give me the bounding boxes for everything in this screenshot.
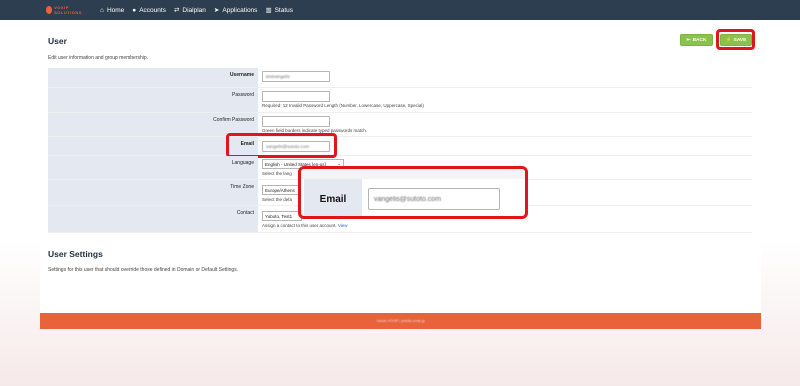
email-zoom-callout: Email vangelis@sutoto.com bbox=[298, 166, 528, 219]
email-highlight bbox=[226, 133, 337, 158]
nav-applications[interactable]: ➤ Applications bbox=[213, 6, 258, 15]
nav-status-label: Status bbox=[274, 6, 294, 14]
zoom-top-strip bbox=[301, 169, 525, 179]
time-zone-hint: Select the default time zone. bbox=[262, 197, 292, 202]
confirm-password-label: Confirm Password bbox=[48, 113, 258, 136]
user-settings-title: User Settings bbox=[48, 249, 103, 259]
back-button[interactable]: ⇤ BACK bbox=[680, 34, 713, 46]
nav-home[interactable]: ⌂ Home bbox=[100, 7, 124, 14]
password-field-cell: Required: 12 Invalid Password Length (Nu… bbox=[260, 88, 752, 112]
nav-dialplan-label: Dialplan bbox=[182, 6, 206, 14]
time-zone-value: Europe/Athens bbox=[265, 187, 295, 193]
chart-icon: ▥ bbox=[265, 7, 272, 14]
nav-dialplan[interactable]: ⇄ Dialplan bbox=[173, 6, 206, 15]
contact-view-link[interactable]: View bbox=[338, 223, 348, 228]
footer-bar: Yuboto VOXIP | yuboto.voxip.gr bbox=[40, 313, 761, 329]
nav-home-label: Home bbox=[106, 6, 125, 14]
back-button-label: BACK bbox=[692, 37, 707, 43]
language-label: Language bbox=[48, 156, 258, 179]
paper-plane-icon: ➤ bbox=[213, 7, 220, 14]
home-icon: ⌂ bbox=[100, 6, 104, 14]
time-zone-label: Time Zone bbox=[48, 180, 258, 205]
contact-select[interactable]: Yuboto, Test1 bbox=[262, 211, 302, 221]
page-title: User bbox=[48, 36, 67, 46]
zoom-email-value: vangelis@sutoto.com bbox=[374, 195, 442, 203]
language-hint: Select the language. bbox=[262, 171, 292, 176]
transfer-icon: ⇄ bbox=[173, 7, 180, 14]
zoom-email-input: vangelis@sutoto.com bbox=[368, 188, 500, 210]
brand-logo[interactable]: VOXIP SOLUTIONS bbox=[46, 5, 88, 15]
nav-accounts[interactable]: ● Accounts bbox=[132, 7, 166, 14]
footer-text: Yuboto VOXIP | yuboto.voxip.gr bbox=[375, 319, 426, 323]
username-field-cell: testvangelis bbox=[260, 68, 752, 87]
contact-value: Yuboto, Test1 bbox=[265, 213, 293, 219]
username-row: Username testvangelis bbox=[48, 68, 752, 88]
top-navbar: VOXIP SOLUTIONS ⌂ Home ● Accounts ⇄ Dial… bbox=[0, 0, 800, 20]
password-input[interactable] bbox=[262, 91, 330, 102]
password-hint: Required: 12 Invalid Password Length (Nu… bbox=[262, 103, 424, 108]
password-label: Password bbox=[48, 88, 258, 112]
contact-hint: Assign a contact to this user account. bbox=[262, 223, 337, 228]
confirm-password-input[interactable] bbox=[262, 116, 330, 127]
zoom-email-label: Email bbox=[304, 179, 362, 216]
user-settings-description: Settings for this user that should overr… bbox=[48, 267, 239, 273]
nav-applications-label: Applications bbox=[222, 6, 258, 14]
contact-label: Contact bbox=[48, 206, 258, 232]
username-value: testvangelis bbox=[266, 74, 290, 79]
time-zone-select[interactable]: Europe/Athens bbox=[262, 185, 302, 195]
confirm-password-row: Confirm Password Green field borders ind… bbox=[48, 113, 752, 137]
save-highlight bbox=[716, 29, 755, 50]
nav-accounts-label: Accounts bbox=[139, 6, 166, 14]
back-icon: ⇤ bbox=[686, 37, 691, 43]
contact-hint-wrap: Assign a contact to this user account. V… bbox=[262, 223, 348, 228]
page-description: Edit user information and group membersh… bbox=[48, 55, 149, 61]
email-row: Email vangelis@sutoto.com bbox=[48, 137, 752, 156]
nav-status[interactable]: ▥ Status bbox=[265, 6, 294, 15]
logo-mark-icon bbox=[46, 6, 53, 14]
logo-text: VOXIP SOLUTIONS bbox=[54, 5, 82, 15]
username-label: Username bbox=[48, 68, 258, 87]
password-row: Password Required: 12 Invalid Password L… bbox=[48, 88, 752, 113]
user-icon: ● bbox=[132, 6, 137, 14]
main-nav: ⌂ Home ● Accounts ⇄ Dialplan ➤ Applicati… bbox=[100, 0, 293, 20]
username-input[interactable]: testvangelis bbox=[262, 71, 330, 82]
